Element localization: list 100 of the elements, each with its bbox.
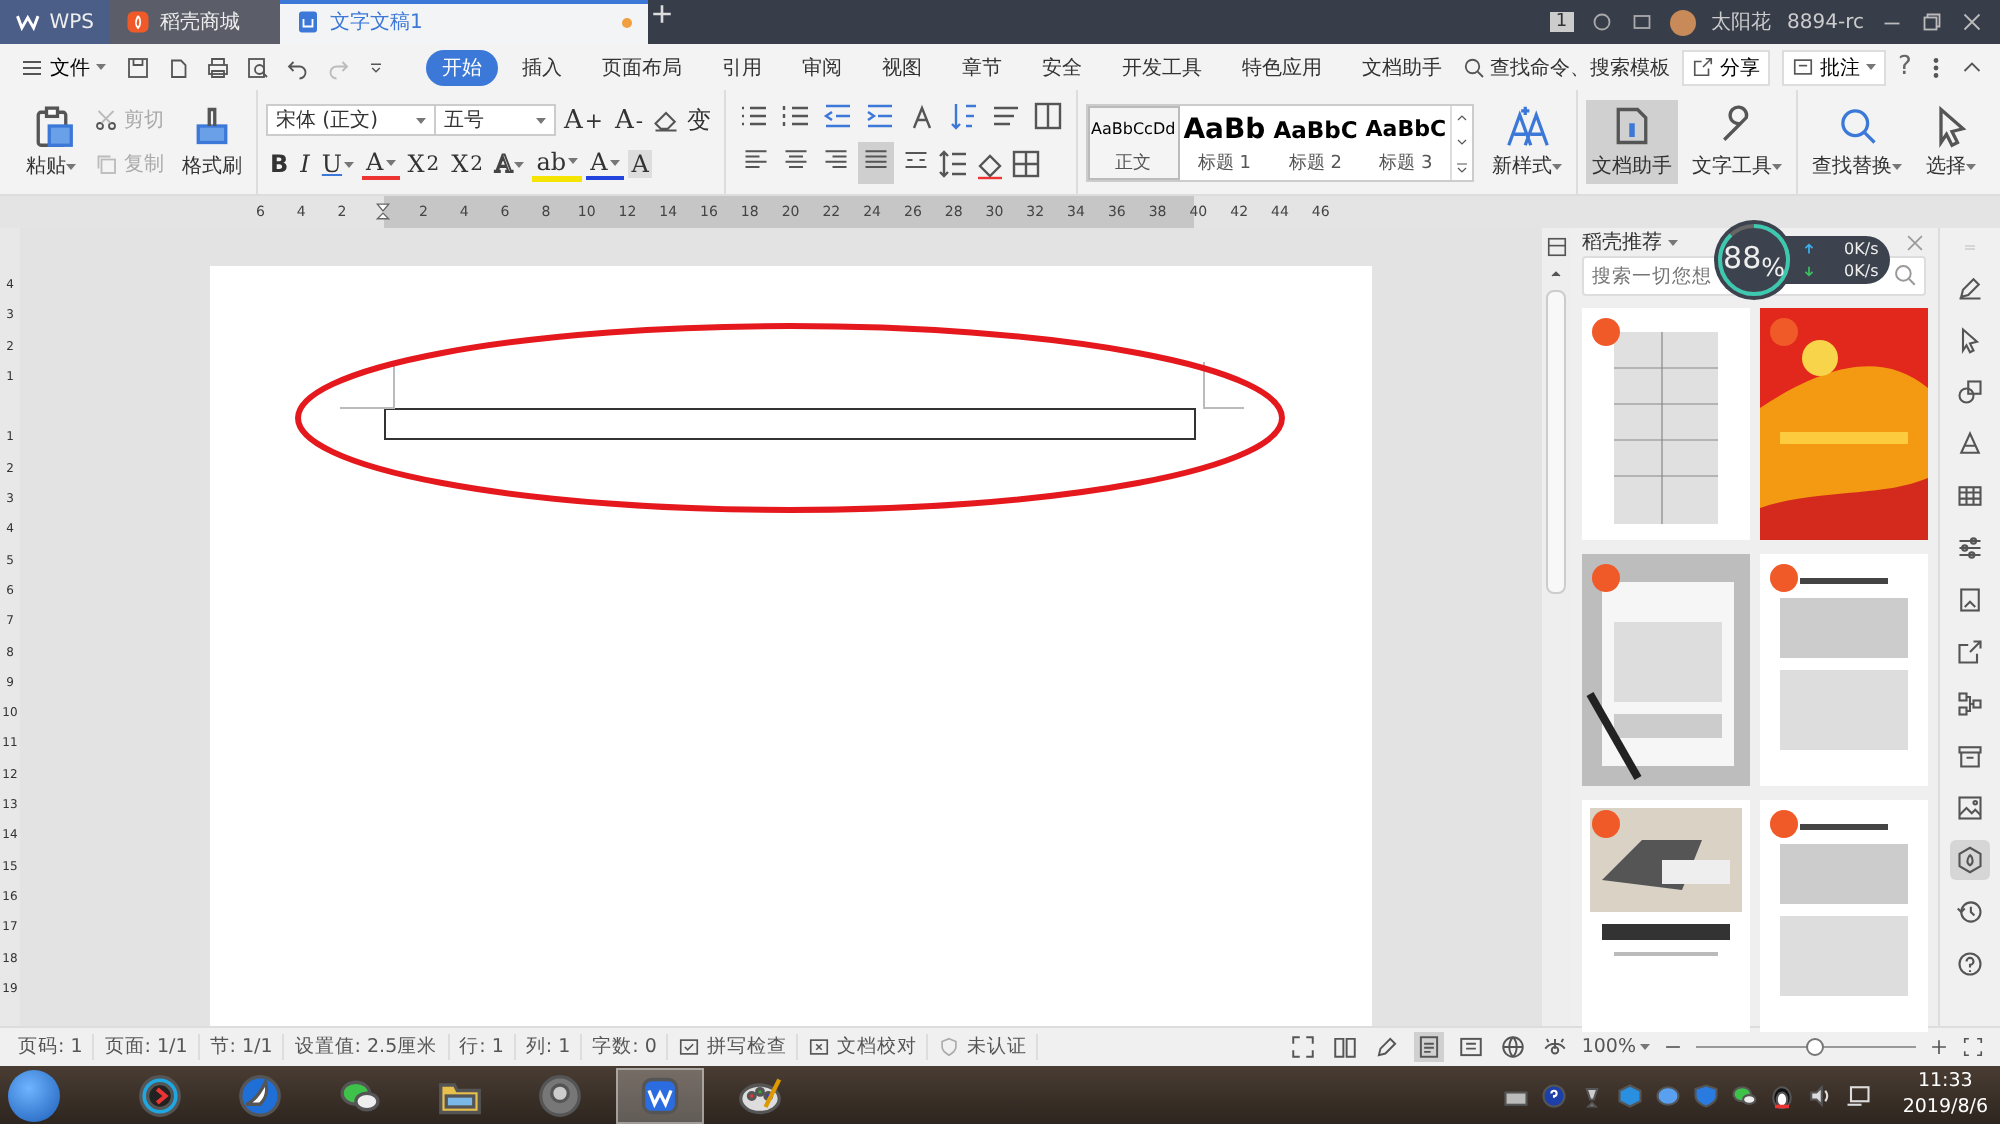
ribbon-tab[interactable]: 页面布局 — [586, 49, 698, 85]
command-search[interactable]: 查找命令、搜索模板 — [1462, 53, 1670, 81]
flame-tool[interactable] — [1950, 840, 1991, 880]
wps-logo-icon — [16, 10, 40, 34]
shield-icon[interactable] — [1692, 1082, 1721, 1110]
ribbon-tab[interactable]: 章节 — [946, 49, 1018, 85]
page-view-button[interactable] — [1413, 1032, 1444, 1062]
font-select[interactable]: 宋体 (正文) — [266, 104, 436, 136]
ribbon-tab[interactable]: 插入 — [506, 49, 578, 85]
globe-button[interactable] — [1497, 1032, 1528, 1062]
ribbon-tab[interactable]: 文档助手 — [1346, 49, 1458, 85]
network-icon[interactable] — [1844, 1082, 1873, 1110]
bold-button[interactable]: B — [266, 150, 293, 178]
clock[interactable]: 11:33 2019/8/6 — [1902, 1070, 1988, 1122]
print-icon[interactable] — [206, 55, 230, 79]
format-painter-button[interactable]: 格式刷 — [176, 100, 248, 184]
scroll-down-icon[interactable] — [1454, 134, 1471, 150]
eraser-icon[interactable] — [651, 106, 680, 134]
ribbon-tab[interactable]: 特色应用 — [1226, 49, 1338, 85]
ribbon-tab[interactable]: 开始 — [426, 49, 498, 85]
ribbon-tab[interactable]: 视图 — [866, 49, 938, 85]
sliders-icon — [1956, 534, 1985, 562]
status-text: 页面: 1/1 — [94, 1034, 200, 1060]
underline-button[interactable]: U — [317, 150, 359, 178]
user-name[interactable]: 太阳花 — [1711, 8, 1772, 36]
status-button[interactable]: 文档校对 — [798, 1034, 929, 1060]
cone-icon — [1956, 430, 1985, 458]
table-row[interactable] — [383, 408, 1196, 440]
select-button[interactable]: 选择 — [1920, 100, 1983, 184]
document-tab[interactable]: 文字文稿1 — [280, 0, 648, 44]
outline-view-button[interactable] — [1455, 1032, 1486, 1062]
highlight-button[interactable]: ab — [532, 147, 583, 181]
slider-thumb[interactable] — [1806, 1038, 1825, 1056]
caret-icon — [568, 158, 579, 164]
file-menu[interactable]: 文件 — [20, 53, 106, 81]
outdent-icon[interactable] — [821, 100, 854, 132]
sort-icon[interactable] — [947, 100, 980, 132]
effect-button[interactable]: A — [491, 150, 529, 178]
cast-icon[interactable] — [1629, 10, 1654, 34]
status-text: 列: 1 — [515, 1034, 583, 1060]
search-icon — [1462, 55, 1486, 79]
chat-icon[interactable] — [1730, 1082, 1759, 1110]
save-icon[interactable] — [126, 55, 150, 79]
skin-icon[interactable] — [1589, 10, 1614, 34]
borders-icon[interactable] — [1009, 147, 1042, 179]
align-icon — [821, 146, 850, 174]
status-button[interactable]: 未认证 — [928, 1034, 1039, 1060]
strike-button[interactable]: A — [362, 148, 400, 180]
indent-icon[interactable] — [863, 100, 896, 132]
fit-icon[interactable] — [1962, 1036, 1984, 1058]
scrollbar-thumb[interactable] — [1546, 290, 1567, 594]
export-icon[interactable] — [166, 55, 190, 79]
help-button[interactable]: ? — [1898, 52, 1912, 82]
user-avatar[interactable] — [1669, 9, 1696, 35]
zoom-in-icon[interactable] — [1928, 1036, 1950, 1058]
style-preset[interactable]: AaBbCcDd 正文 — [1087, 105, 1180, 179]
panel-title[interactable]: 稻壳推荐 — [1582, 228, 1679, 256]
book-button[interactable] — [1329, 1032, 1360, 1062]
scroll-up-icon[interactable] — [1548, 266, 1565, 282]
comment-button[interactable]: 批注 — [1782, 49, 1886, 85]
close-icon[interactable] — [1960, 10, 1984, 34]
status-button[interactable]: 拼写检查 — [668, 1034, 799, 1060]
ribbon-tab[interactable]: 审阅 — [786, 49, 858, 85]
paste-button[interactable]: 粘贴 — [20, 100, 82, 184]
italic-button[interactable]: I — [296, 150, 314, 178]
numbering-icon[interactable] — [779, 100, 812, 132]
column-icon[interactable] — [1031, 100, 1064, 132]
ribbon-tab[interactable]: 开发工具 — [1106, 49, 1218, 85]
speech-bubble-icon[interactable] — [1654, 1082, 1683, 1110]
panel-toggle-icon[interactable] — [1545, 236, 1568, 258]
cube-icon[interactable] — [1616, 1082, 1645, 1110]
document-assistant-button[interactable]: 文档助手 — [1586, 100, 1679, 184]
new-tab-icon[interactable] — [648, 0, 676, 28]
help-icon[interactable] — [1540, 1082, 1569, 1110]
expand-icon[interactable] — [1454, 159, 1471, 175]
text-tools-button[interactable]: 文字工具 — [1686, 100, 1789, 184]
pinyin-guide-button[interactable]: 变 — [683, 103, 716, 137]
share-button[interactable]: 分享 — [1682, 49, 1770, 85]
ribbon-tab[interactable]: 安全 — [1026, 49, 1098, 85]
penguin-icon[interactable] — [1768, 1082, 1797, 1110]
align-justify-button[interactable] — [857, 142, 894, 184]
search-icon[interactable] — [1892, 262, 1919, 288]
font-size-select[interactable]: 五号 — [436, 104, 556, 136]
zoom-select[interactable]: 100% — [1581, 1036, 1650, 1058]
ribbon-tab[interactable]: 引用 — [706, 49, 778, 85]
avatar-icon — [538, 1074, 582, 1118]
color-button[interactable]: A — [586, 148, 624, 180]
new-style-button[interactable]: 新样式 — [1486, 100, 1569, 184]
document-tab[interactable]: WPS — [0, 0, 110, 44]
print-preview-icon[interactable] — [246, 55, 270, 79]
caret-icon — [66, 163, 76, 169]
window-count[interactable]: 1 — [1549, 12, 1574, 32]
line-spacing-icon[interactable] — [937, 147, 970, 179]
shade-button[interactable]: A — [627, 150, 653, 178]
restore-icon[interactable] — [1920, 10, 1944, 34]
start-button[interactable] — [8, 1070, 60, 1122]
find-replace-button[interactable]: 查找替换 — [1806, 100, 1909, 184]
document-tab[interactable]: 稻壳商城 — [110, 0, 280, 44]
fullscreen-button[interactable] — [1287, 1032, 1318, 1062]
taskbar-app[interactable] — [616, 1068, 704, 1124]
